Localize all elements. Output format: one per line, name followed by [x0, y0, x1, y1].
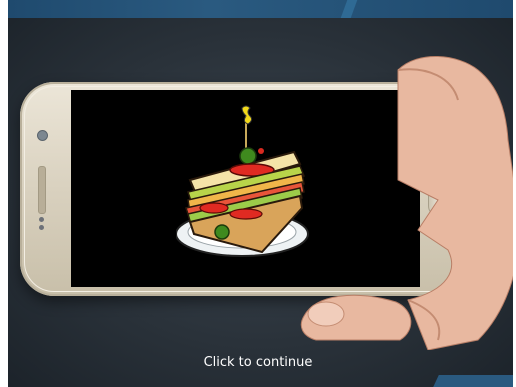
top-accent-bar — [8, 0, 513, 18]
slide-frame[interactable] — [8, 0, 513, 387]
sensor-dot — [39, 217, 44, 222]
click-to-continue-text[interactable]: Click to continue — [0, 355, 516, 370]
accent-slash — [340, 0, 358, 18]
sandwich-illustration — [176, 105, 309, 257]
speaker-grille — [38, 166, 46, 214]
bottom-accent-strip — [433, 375, 513, 387]
thumb-illustration — [300, 294, 412, 341]
sensor-dot — [39, 225, 44, 230]
camera-icon — [37, 130, 48, 141]
